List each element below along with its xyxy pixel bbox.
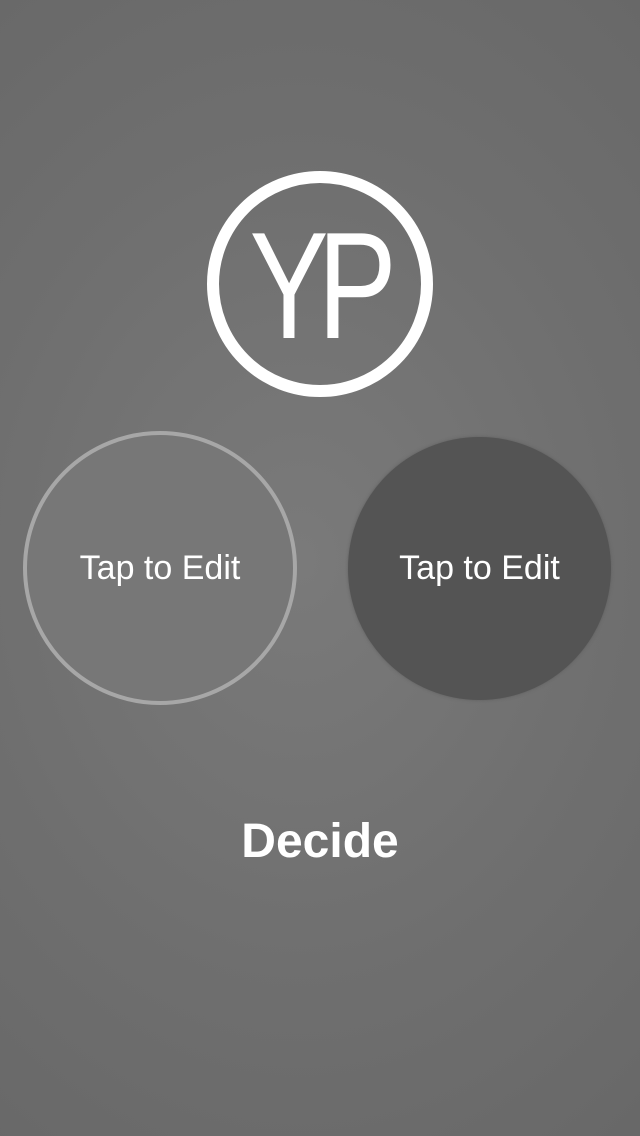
option-b-label: Tap to Edit — [399, 549, 560, 587]
yp-logo: YP — [207, 171, 433, 397]
decide-button[interactable]: Decide — [170, 808, 470, 874]
option-a-label: Tap to Edit — [79, 548, 241, 587]
option-a-button[interactable]: Tap to Edit — [23, 431, 297, 705]
app-screen: YP Tap to Edit Tap to Edit Decide — [0, 0, 640, 1136]
logo-text: YP — [249, 201, 396, 371]
option-b-button[interactable]: Tap to Edit — [348, 437, 611, 700]
